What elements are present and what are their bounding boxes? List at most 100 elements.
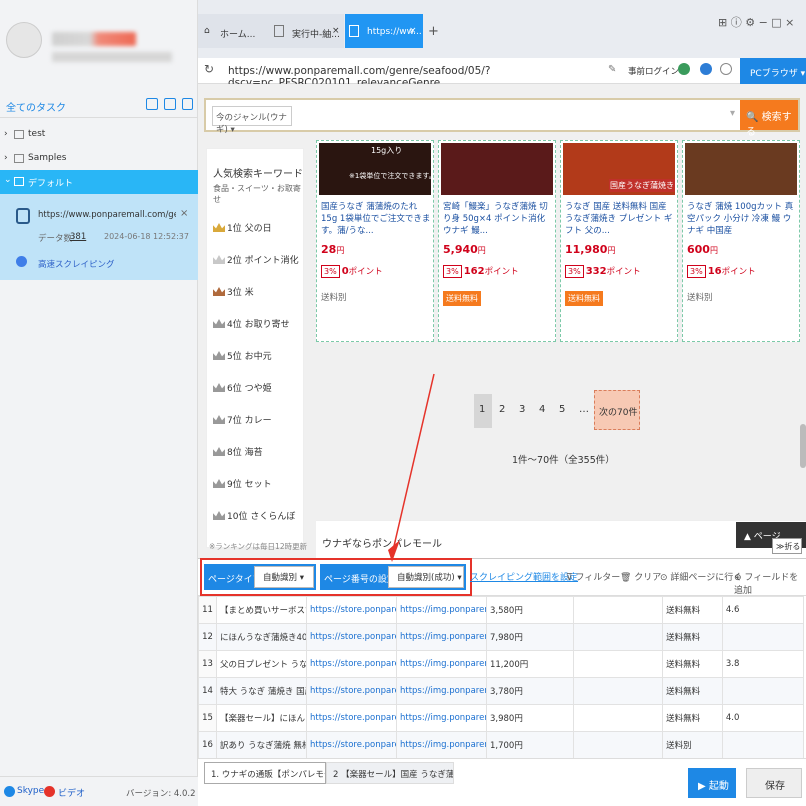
add-task-icon[interactable] [164,98,176,110]
table-cell[interactable]: 訳あり うなぎ蒲焼 無材5... [215,731,307,758]
page-link[interactable]: 3 [514,394,532,428]
save-button[interactable]: 保存 [746,768,802,798]
pre-login-button[interactable]: 事前ログイン [628,65,679,77]
reload-icon[interactable]: ↻ [204,62,214,76]
table-cell[interactable] [573,650,664,678]
table-cell[interactable] [573,677,664,705]
table-cell[interactable]: https://img.ponparemall.n... [395,677,487,705]
rank-item[interactable]: 3位 米 [213,285,254,298]
table-cell[interactable]: 14 [198,677,217,705]
page-link[interactable]: 2 [494,394,512,428]
rank-item[interactable]: 6位 つや姫 [213,381,272,394]
rank-item[interactable]: 2位 ポイント消化 [213,253,299,266]
table-cell[interactable] [573,731,664,758]
folder-samples[interactable]: › Samples [4,148,194,170]
folder-default[interactable]: ⌄ デフォルト [0,170,198,194]
table-cell[interactable]: 父の日プレゼント うなぎ... [215,650,307,678]
chevron-down-icon[interactable]: ▾ [730,108,735,119]
window-controls[interactable]: ⊞ ⓘ ⚙ − □ × [718,14,794,30]
folder-test[interactable]: › test [4,124,194,146]
table-cell[interactable]: 11,200円 [485,650,575,678]
table-cell[interactable]: https://store.ponparemall... [305,596,397,624]
start-button[interactable]: ▶ 起動 [688,768,736,798]
table-cell[interactable]: 13 [198,650,217,678]
add-field-button[interactable]: ⊕ フィールドを追加 [734,570,806,596]
table-cell[interactable]: 15 [198,704,217,732]
all-tasks-label[interactable]: 全てのタスク [6,99,66,114]
table-cell[interactable]: 16 [198,731,217,758]
table-cell[interactable]: 送料無料 [662,704,723,732]
page-link[interactable]: 4 [534,394,552,428]
search-button[interactable]: 🔍 検索する [740,100,798,138]
rank-item[interactable]: 5位 お中元 [213,349,272,362]
product-image[interactable]: 国産うなぎ蒲焼き [563,143,675,195]
page-link[interactable]: 1 [474,394,492,428]
table-cell[interactable]: https://img.ponparemall.n... [395,650,487,678]
new-tab-button[interactable]: + [428,24,439,39]
table-cell[interactable]: https://store.ponparemall... [305,704,397,732]
fold-button[interactable]: ≫折る [772,538,802,554]
table-cell[interactable]: https://img.ponparemall.n... [395,731,487,758]
product-image[interactable] [441,143,553,195]
table-cell[interactable]: https://store.ponparemall... [305,650,397,678]
url-field[interactable]: https://www.ponparemall.com/genre/seafoo… [228,62,598,89]
folder-add-icon[interactable] [182,98,193,110]
table-cell[interactable]: 12 [198,623,217,651]
clear-button[interactable]: 🗑 クリア [620,570,661,583]
skype-link[interactable]: Skype [17,786,44,796]
table-cell[interactable]: 3,780円 [485,677,575,705]
table-cell[interactable]: 11 [198,596,217,624]
table-cell[interactable]: 1,700円 [485,731,575,758]
table-cell[interactable] [721,677,804,705]
product-card[interactable]: 国産うなぎ蒲焼きうなぎ 国産 送料無料 国産うなぎ蒲焼き プレゼント ギフト 父… [560,140,678,342]
table-cell[interactable]: にほんうなぎ蒲焼き400g... [215,623,307,651]
table-cell[interactable]: https://img.ponparemall.n... [395,623,487,651]
rank-item[interactable]: 4位 お取り寄せ [213,317,290,330]
table-cell[interactable]: https://store.ponparemall... [305,623,397,651]
product-title[interactable]: 国産うなぎ 蒲蒲焼のたれ15g 1袋単位でご注文できます。蒲/うな... [321,201,431,237]
detail-page-button[interactable]: ⊙ 詳細ページに行く [660,570,742,583]
table-cell[interactable]: 3,980円 [485,704,575,732]
skype-icon[interactable] [4,786,15,797]
close-icon[interactable]: × [409,26,417,36]
product-title[interactable]: 宮崎「鰻楽」うなぎ蒲焼 切り身 50g×4 ポイント消化 ウナギ 鰻... [443,201,553,237]
table-row[interactable]: 11【まとめ買いサーボスで...https://store.ponparemal… [198,596,804,624]
tab-running[interactable]: 実行中-紬... × [270,14,344,48]
table-cell[interactable]: 4.6 [721,596,804,624]
tab-home[interactable]: ⌂ ホーム... [198,14,270,48]
page-link[interactable]: 5 [554,394,572,428]
video-icon[interactable] [44,786,55,797]
table-cell[interactable]: https://img.ponparemall.n... [395,596,487,624]
table-row[interactable]: 16訳あり うなぎ蒲焼 無材5...https://store.ponparem… [198,731,804,758]
tab-webpage[interactable]: https://ww... × [345,14,423,48]
bot-icon[interactable] [700,63,712,75]
table-cell[interactable]: 送料無料 [662,596,723,624]
scrollbar[interactable] [800,424,806,468]
rank-item[interactable]: 10位 さくらんぼ [213,509,295,522]
table-cell[interactable]: 送料別 [662,731,723,758]
table-cell[interactable]: https://img.ponparemall.n... [395,704,487,732]
table-cell[interactable]: 4.0 [721,704,804,732]
table-cell[interactable]: 送料無料 [662,650,723,678]
table-cell[interactable] [573,596,664,624]
close-icon[interactable]: × [332,26,340,36]
globe-icon[interactable] [678,63,690,75]
table-cell[interactable]: 【まとめ買いサーボスで... [215,596,307,624]
filter-button[interactable]: ⊽ フィルター [566,570,620,583]
import-icon[interactable] [146,98,158,110]
target-icon[interactable] [720,63,732,75]
task-card[interactable]: https://www.ponparemall.com/ge-スクレイ... ×… [0,194,198,280]
table-row[interactable]: 15【楽器セール】にほんう...https://store.ponparemal… [198,704,804,732]
video-link[interactable]: ビデオ [58,786,85,799]
edit-icon[interactable]: ✎ [608,64,616,75]
product-title[interactable]: うなぎ 国産 送料無料 国産うなぎ蒲焼き プレゼント ギフト 父の... [565,201,675,237]
data-count[interactable]: 381 [70,232,86,242]
page-tab-1[interactable]: 1. ウナギの通販【ポンパレモール】 [204,762,326,784]
table-cell[interactable]: 【楽器セール】にほんう... [215,704,307,732]
table-cell[interactable]: 7,980円 [485,623,575,651]
product-card[interactable]: 宮崎「鰻楽」うなぎ蒲焼 切り身 50g×4 ポイント消化 ウナギ 鰻... 5,9… [438,140,556,342]
page-tab-2[interactable]: 2 【楽器セール】国産 うなぎ蒲焼... [326,762,454,784]
table-cell[interactable] [721,623,804,651]
table-cell[interactable] [573,623,664,651]
product-card[interactable]: うなぎ 蒲焼 100gカット 真空パック 小分け 冷凍 鰻 ウナギ 中国産 600… [682,140,800,342]
